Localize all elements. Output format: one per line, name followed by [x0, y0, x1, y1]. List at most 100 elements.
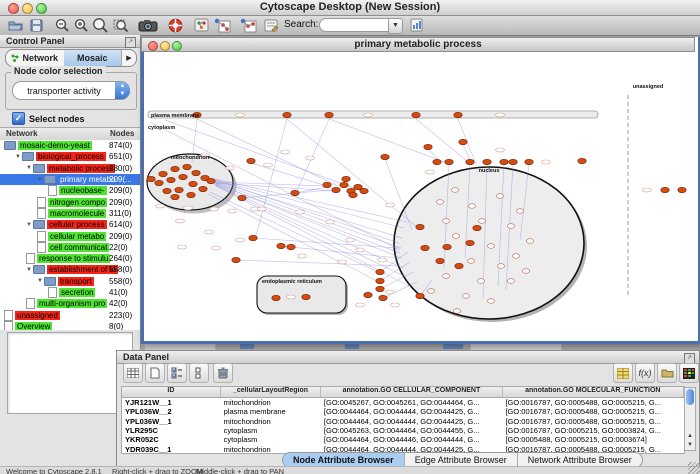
col-cellular-component[interactable]: annotation.GO CELLULAR_COMPONENT: [321, 387, 502, 397]
tree-row-label: nucleobase-: [59, 186, 107, 195]
col-molecular-function[interactable]: annotation.GO MOLECULAR_FUNCTION: [503, 387, 684, 397]
attribute-table-icon[interactable]: [123, 363, 143, 383]
node: [183, 164, 191, 169]
cell-component: [GO:0044464, GO:0044444, GO:0044425, G..…: [321, 407, 503, 416]
new-attribute-icon[interactable]: [145, 363, 165, 383]
tree-row[interactable]: response to stimulu264(0): [0, 253, 140, 264]
zoom-selected-icon[interactable]: [112, 17, 129, 33]
tab-node-attribute-browser[interactable]: Node Attribute Browser: [283, 453, 405, 467]
tree-row[interactable]: ▼cellular process614(0): [0, 219, 140, 230]
table-row[interactable]: YJR121W__1mitochondrion[GO:0045267, GO:0…: [122, 398, 684, 407]
tree-row[interactable]: cellular metabo209(0): [0, 230, 140, 241]
tree-row-label: Overview: [15, 322, 52, 330]
node: [187, 192, 195, 197]
node-color-selection-legend: Node color selection: [11, 66, 106, 76]
mitochondrion-label: mitochondrion: [171, 155, 210, 161]
scroll-up-icon[interactable]: ▲: [685, 432, 695, 441]
search-dropdown-icon[interactable]: ▼: [388, 18, 403, 34]
expand-triangle-icon[interactable]: ▼: [26, 267, 32, 273]
node: [238, 195, 246, 200]
zoom-in-icon[interactable]: [73, 17, 90, 33]
tree-row-nodes: 558(0): [109, 277, 132, 286]
resize-grip[interactable]: [688, 462, 700, 474]
node-label-mark: [426, 170, 435, 174]
tab-edge-attribute-browser[interactable]: Edge Attribute Browser: [405, 453, 518, 467]
tree-col-nodes: Nodes: [110, 129, 134, 138]
table-row[interactable]: YLR295Ccytoplasm[GO:0045263, GO:0044464,…: [122, 426, 684, 435]
import-folder-icon[interactable]: [657, 363, 677, 383]
tree-row[interactable]: cell communicat22(0): [0, 242, 140, 253]
select-attributes-icon[interactable]: [167, 363, 187, 383]
tree-row[interactable]: multi-organism pro42(0): [0, 298, 140, 309]
formula-icon[interactable]: f(x): [635, 363, 655, 383]
tree-row[interactable]: nitrogen compo209(0): [0, 196, 140, 207]
tree-row[interactable]: nucleobase-209(0): [0, 185, 140, 196]
main-titlebar[interactable]: Cytoscape Desktop (New Session): [0, 0, 700, 16]
scroll-down-icon[interactable]: ▼: [685, 441, 695, 450]
annotation-form-icon[interactable]: [262, 17, 279, 33]
tab-network-attribute-browser[interactable]: Network Attribute Browser: [518, 453, 642, 467]
table-row[interactable]: YKR052Ccytoplasm[GO:0044464, GO:0044446,…: [122, 435, 684, 444]
zoom-out-icon[interactable]: [54, 17, 71, 33]
open-icon[interactable]: [7, 17, 24, 33]
tree-row[interactable]: macromolecule311(0): [0, 208, 140, 219]
node-label-mark: [496, 148, 505, 152]
help-lifebuoy-icon[interactable]: [167, 17, 184, 33]
tree-row-nodes: 209(0): [109, 186, 132, 195]
expand-triangle-icon[interactable]: ▼: [37, 177, 43, 183]
node: [433, 159, 441, 164]
table-row[interactable]: YPL036W__1mitochondrion[GO:0044464, GO:0…: [122, 417, 684, 426]
tabs-overflow-arrow[interactable]: ▶: [121, 50, 136, 66]
node: [477, 279, 484, 284]
expand-triangle-icon[interactable]: ▼: [37, 278, 43, 284]
tree-row-label: cell communicat: [48, 243, 109, 252]
scrollbar-thumb[interactable]: [686, 389, 694, 405]
search-input[interactable]: [319, 18, 391, 32]
tab-mosaic[interactable]: Mosaic: [64, 50, 122, 66]
node: [163, 188, 171, 193]
tree-row[interactable]: ▼metabolic process280(0): [0, 163, 140, 174]
float-panel-icon[interactable]: ↗: [125, 37, 136, 48]
zoom-fit-icon[interactable]: [92, 17, 109, 33]
birdseye-view[interactable]: [7, 332, 133, 414]
tab-network[interactable]: Network: [6, 50, 64, 66]
node-label-mark: [236, 113, 245, 117]
tree-row[interactable]: ▼transport558(0): [0, 276, 140, 287]
cell-function: [GO:0016787, GO:0005488, GO:0005215, G..…: [502, 407, 684, 416]
table-row[interactable]: YPL036W__2plasma membrane[GO:0044464, GO…: [122, 407, 684, 416]
unselect-attributes-icon[interactable]: [189, 363, 209, 383]
snapshot-camera-icon[interactable]: [137, 17, 159, 33]
folder-icon: [22, 152, 34, 161]
select-nodes-checkbox[interactable]: ✓: [12, 112, 25, 125]
node-color-combo[interactable]: transporter activity ▲▼: [12, 81, 130, 100]
table-scrollbar[interactable]: ▲ ▼: [684, 387, 696, 451]
tree-row-nodes: 209(0): [109, 232, 132, 241]
tree-row[interactable]: Overview8(0): [0, 321, 140, 330]
vizmapper-icon[interactable]: [212, 17, 232, 33]
report-icon[interactable]: [408, 17, 425, 33]
col-region[interactable]: _cellularLayoutRegion: [221, 387, 321, 397]
tree-row[interactable]: secretion41(0): [0, 287, 140, 298]
tree-row[interactable]: mosaic-demo-yeast874(0): [0, 140, 140, 151]
save-icon[interactable]: [28, 17, 45, 33]
col-id[interactable]: ID: [122, 387, 221, 397]
heatmap-icon[interactable]: [679, 363, 699, 383]
filter-icon[interactable]: [238, 17, 258, 33]
tree-row[interactable]: unassigned223(0): [0, 309, 140, 320]
expand-triangle-icon[interactable]: ▼: [26, 222, 32, 228]
tree-row[interactable]: ▼biological_process651(0): [0, 151, 140, 162]
tree-row[interactable]: ▼primary metabo209(...: [0, 174, 140, 185]
tree-row[interactable]: ▼establishment of lo558(0): [0, 264, 140, 275]
create-network-icon[interactable]: [193, 17, 210, 33]
trash-icon[interactable]: [213, 363, 233, 383]
attribute-matrix-icon[interactable]: [613, 363, 633, 383]
expand-triangle-icon[interactable]: ▼: [15, 154, 21, 160]
select-nodes-label: Select nodes: [29, 114, 85, 124]
folder-icon: [33, 220, 45, 229]
node: [453, 309, 460, 314]
node-label-mark: [391, 303, 400, 307]
expand-triangle-icon[interactable]: ▼: [26, 165, 32, 171]
network-canvas[interactable]: plasma membranecytoplasmmitochondrionnuc…: [144, 52, 692, 338]
node: [507, 279, 514, 284]
node-label-mark: [228, 209, 237, 213]
